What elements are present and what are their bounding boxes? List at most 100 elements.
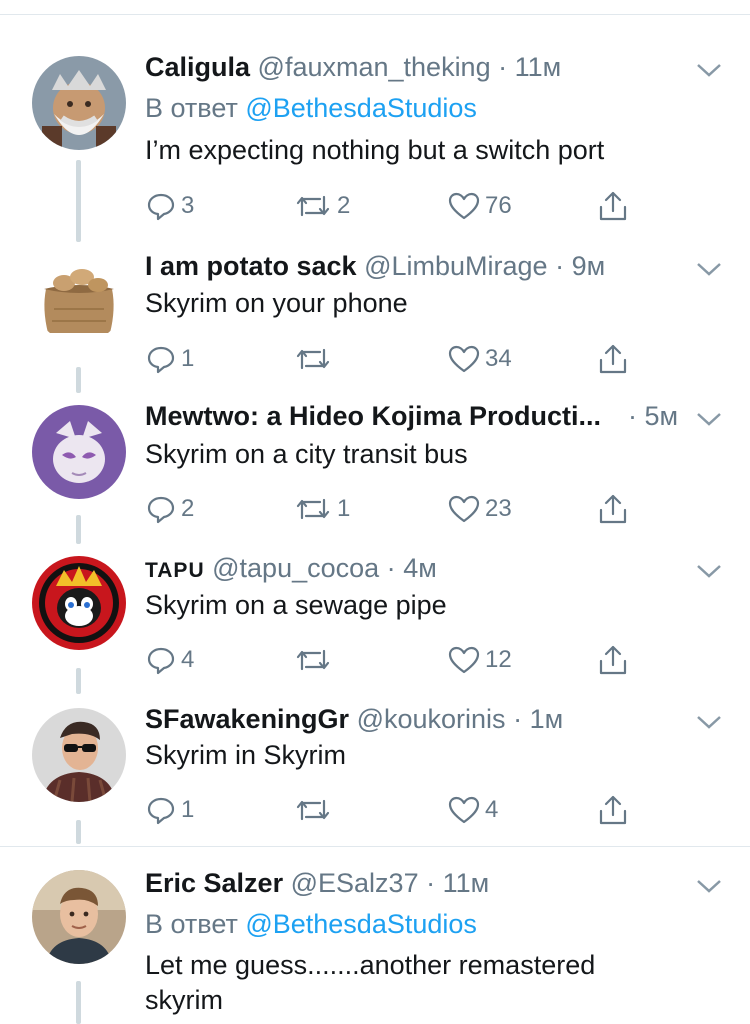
like-button[interactable]: 34 bbox=[447, 341, 512, 377]
like-button[interactable]: 12 bbox=[447, 642, 512, 678]
separator-dot: · bbox=[513, 704, 523, 734]
share-button[interactable] bbox=[595, 491, 631, 527]
tweet-header: Eric Salzer @ESalz37 · 11м bbox=[145, 866, 680, 900]
username[interactable]: @ESalz37 bbox=[291, 868, 419, 898]
separator-dot: · bbox=[426, 868, 436, 898]
caligula-avatar-icon bbox=[32, 56, 126, 150]
tweet-text: Skyrim on your phone bbox=[145, 288, 408, 318]
timestamp[interactable]: 4м bbox=[403, 553, 437, 583]
display-name[interactable]: I am potato sack bbox=[145, 251, 357, 281]
chevron-down-icon[interactable] bbox=[694, 876, 724, 896]
tweet-item[interactable]: Eric Salzer @ESalz37 · 11м В ответ @Beth… bbox=[0, 847, 750, 1024]
reply-button[interactable]: 4 bbox=[145, 642, 194, 678]
username[interactable]: @tapu_cocoa bbox=[212, 553, 379, 583]
tweet-text: Skyrim on a city transit bus bbox=[145, 439, 468, 469]
reply-count: 3 bbox=[181, 192, 195, 219]
username[interactable]: @fauxman_theking bbox=[258, 52, 491, 82]
reply-icon bbox=[147, 647, 175, 675]
chevron-down-icon[interactable] bbox=[694, 712, 724, 732]
tweet-text: Let me guess.......another remastered sk… bbox=[145, 950, 596, 1015]
display-name[interactable]: Mewtwo: a Hideo Kojima Producti... bbox=[145, 401, 601, 431]
retweet-icon bbox=[296, 348, 330, 370]
tweet-item[interactable]: SFawakeningGr @koukorinis · 1м Skyrim in… bbox=[0, 696, 750, 846]
timestamp[interactable]: 1м bbox=[530, 704, 564, 734]
reply-context: В ответ @BethesdaStudios bbox=[145, 91, 477, 125]
timestamp[interactable]: 5м bbox=[645, 401, 679, 431]
like-count: 12 bbox=[485, 646, 512, 673]
retweet-button[interactable] bbox=[293, 341, 337, 377]
reply-button[interactable]: 1 bbox=[145, 792, 194, 828]
reply-button[interactable]: 2 bbox=[145, 491, 194, 527]
reply-icon bbox=[147, 346, 175, 374]
thread-line bbox=[76, 981, 81, 1024]
chevron-down-icon[interactable] bbox=[694, 60, 724, 80]
chevron-down-icon[interactable] bbox=[694, 259, 724, 279]
avatar[interactable] bbox=[32, 870, 126, 964]
reply-count: 1 bbox=[181, 345, 195, 372]
share-button[interactable] bbox=[595, 341, 631, 377]
mention-link[interactable]: @BethesdaStudios bbox=[245, 909, 477, 939]
mewtwo-avatar-icon bbox=[32, 405, 126, 499]
avatar[interactable] bbox=[32, 405, 126, 499]
timestamp[interactable]: 11м bbox=[515, 52, 562, 82]
tweet-meta: · 5м bbox=[628, 399, 682, 433]
separator-dot: · bbox=[498, 52, 508, 82]
tweet-actions: 2 1 23 bbox=[145, 491, 645, 527]
like-count: 76 bbox=[485, 192, 512, 219]
avatar[interactable] bbox=[32, 708, 126, 802]
tweet-header: Mewtwo: a Hideo Kojima Producti... bbox=[145, 399, 655, 433]
share-button[interactable] bbox=[595, 642, 631, 678]
tweet-item[interactable]: Mewtwo: a Hideo Kojima Producti... · 5м … bbox=[0, 395, 750, 546]
avatar[interactable] bbox=[32, 249, 126, 343]
reply-prefix: В ответ bbox=[145, 909, 238, 939]
retweet-button[interactable] bbox=[293, 792, 337, 828]
reply-button[interactable]: 1 bbox=[145, 341, 194, 377]
potato-sack-avatar-icon bbox=[32, 249, 126, 343]
display-name[interactable]: Caligula bbox=[145, 52, 250, 82]
display-name[interactable]: Eric Salzer bbox=[145, 868, 283, 898]
tweet-text: Skyrim on a sewage pipe bbox=[145, 590, 447, 620]
share-icon bbox=[599, 344, 627, 374]
retweet-count: 2 bbox=[337, 192, 351, 219]
retweet-button[interactable] bbox=[293, 642, 337, 678]
retweet-count: 1 bbox=[337, 495, 351, 522]
timestamp[interactable]: 9м bbox=[572, 251, 606, 281]
avatar[interactable] bbox=[32, 56, 126, 150]
reply-count: 2 bbox=[181, 495, 195, 522]
username[interactable]: @LimbuMirage bbox=[364, 251, 547, 281]
tweet-actions: 1 4 bbox=[145, 792, 645, 828]
timestamp[interactable]: 11м bbox=[443, 868, 490, 898]
display-name[interactable]: SFawakeningGr bbox=[145, 704, 349, 734]
avatar[interactable] bbox=[32, 556, 126, 650]
thread-line bbox=[76, 820, 81, 844]
heart-icon bbox=[448, 646, 480, 674]
chevron-down-icon[interactable] bbox=[694, 409, 724, 429]
chevron-down-icon[interactable] bbox=[694, 561, 724, 581]
reply-prefix: В ответ bbox=[145, 93, 238, 123]
tweet-item[interactable]: Caligula @fauxman_theking · 11м В ответ … bbox=[0, 0, 750, 245]
share-icon bbox=[599, 494, 627, 524]
like-button[interactable]: 76 bbox=[447, 188, 512, 224]
share-button[interactable] bbox=[595, 188, 631, 224]
reply-button[interactable]: 3 bbox=[145, 188, 194, 224]
reply-icon bbox=[147, 797, 175, 825]
retweet-button[interactable]: 2 bbox=[293, 188, 350, 224]
tweet-header: TAPU @tapu_cocoa · 4м bbox=[145, 551, 680, 585]
share-button[interactable] bbox=[595, 792, 631, 828]
tweet-item[interactable]: I am potato sack @LimbuMirage · 9м Skyri… bbox=[0, 245, 750, 395]
like-button[interactable]: 4 bbox=[447, 792, 498, 828]
tweet-header: I am potato sack @LimbuMirage · 9м bbox=[145, 249, 680, 283]
retweet-button[interactable]: 1 bbox=[293, 491, 350, 527]
mention-link[interactable]: @BethesdaStudios bbox=[245, 93, 477, 123]
separator-dot: · bbox=[555, 251, 565, 281]
display-name[interactable]: TAPU bbox=[145, 559, 205, 582]
heart-icon bbox=[448, 495, 480, 523]
share-icon bbox=[599, 191, 627, 221]
reply-icon bbox=[147, 193, 175, 221]
like-button[interactable]: 23 bbox=[447, 491, 512, 527]
like-count: 23 bbox=[485, 495, 512, 522]
username[interactable]: @koukorinis bbox=[357, 704, 506, 734]
heart-icon bbox=[448, 345, 480, 373]
tweet-item[interactable]: TAPU @tapu_cocoa · 4м Skyrim on a sewage… bbox=[0, 546, 750, 696]
thread-line bbox=[76, 515, 81, 544]
